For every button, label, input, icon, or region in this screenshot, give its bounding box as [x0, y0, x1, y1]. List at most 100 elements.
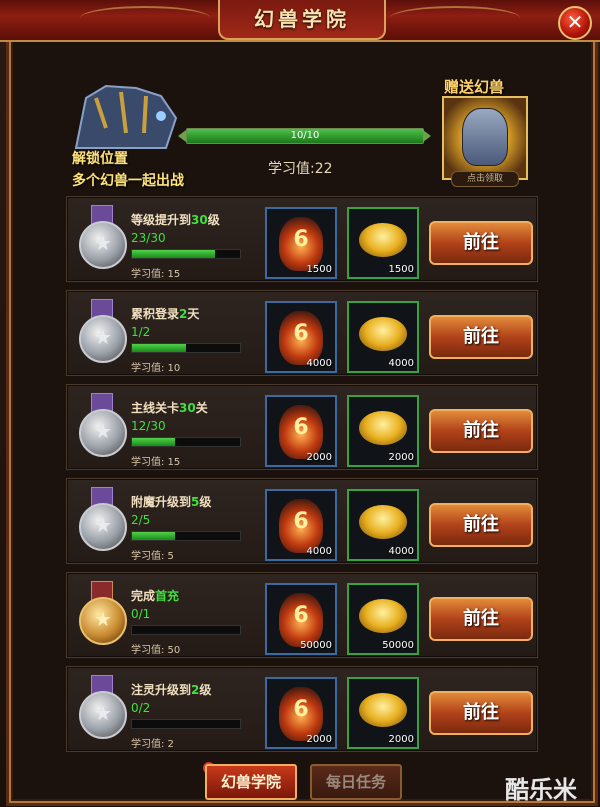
- gold-coins-icon: [359, 599, 407, 633]
- reward-slot-gold[interactable]: 1500: [347, 207, 419, 279]
- gold-amount: 4000: [388, 358, 414, 369]
- reward-slot-gold[interactable]: 50000: [347, 583, 419, 655]
- medal-icon: ★: [75, 487, 127, 557]
- task-progress-text: 2/5: [131, 513, 151, 527]
- medal-icon: ★: [75, 299, 127, 369]
- gold-coins-icon: [359, 505, 407, 539]
- task-title: 附魔升级到5级: [131, 493, 211, 510]
- reward-slot-stone[interactable]: 6 4000: [265, 301, 337, 373]
- tab-academy[interactable]: 幻兽学院: [205, 764, 297, 800]
- task-progress-fill: [132, 438, 176, 446]
- medal-icon: ★: [75, 393, 127, 463]
- task-title-suffix: 级: [199, 683, 212, 697]
- progress-arrow-left: [178, 130, 186, 142]
- task-progress-text: 23/30: [131, 231, 166, 245]
- fire-stone-icon: 6: [279, 687, 323, 741]
- go-button[interactable]: 前往: [429, 315, 533, 359]
- go-button[interactable]: 前往: [429, 597, 533, 641]
- task-title-highlight: 首充: [155, 589, 180, 603]
- task-study-value: 学习值: 15: [131, 269, 181, 280]
- medal-icon: ★: [75, 581, 127, 651]
- gold-amount: 1500: [388, 264, 414, 275]
- beast-image: [74, 84, 178, 149]
- reward-slot-gold[interactable]: 4000: [347, 489, 419, 561]
- unlock-progress-bar: 10/10: [186, 128, 424, 144]
- tab-daily-tasks[interactable]: 每日任务: [310, 764, 402, 800]
- gift-beast-box[interactable]: [442, 96, 528, 180]
- task-title-highlight: 30: [179, 401, 196, 415]
- task-progress-bar: [131, 249, 241, 259]
- dialog-window: 幻兽学院 ✕ 解锁位置 多个幻兽一起出战 10/10 学习值:22 赠送幻兽 点…: [0, 0, 600, 807]
- task-row: ★ 等级提升到30级 23/30 学习值: 15 6 1500 1500 前往: [66, 196, 538, 282]
- task-progress-fill: [132, 344, 186, 352]
- gift-beast-portrait: [462, 108, 508, 166]
- task-study-value: 学习值: 10: [131, 363, 181, 374]
- task-title: 等级提升到30级: [131, 211, 220, 228]
- medal-disc: ★: [79, 409, 127, 457]
- go-button[interactable]: 前往: [429, 221, 533, 265]
- task-title: 主线关卡30关: [131, 399, 208, 416]
- reward-slot-stone[interactable]: 6 2000: [265, 395, 337, 467]
- go-button[interactable]: 前往: [429, 691, 533, 735]
- stone-amount: 2000: [306, 734, 332, 745]
- task-title-text: 主线关卡: [131, 401, 180, 415]
- stone-amount: 2000: [306, 452, 332, 463]
- unlock-text-line2: 多个幻兽一起出战: [72, 173, 184, 189]
- go-button[interactable]: 前往: [429, 409, 533, 453]
- stone-amount: 4000: [306, 546, 332, 557]
- task-progress-bar: [131, 437, 241, 447]
- gold-amount: 50000: [382, 640, 414, 651]
- task-progress-fill: [132, 532, 176, 540]
- reward-slot-gold[interactable]: 2000: [347, 677, 419, 749]
- task-progress-bar: [131, 343, 241, 353]
- reward-slot-stone[interactable]: 6 50000: [265, 583, 337, 655]
- star-icon: ★: [94, 513, 112, 537]
- reward-slot-gold[interactable]: 4000: [347, 301, 419, 373]
- reward-slot-stone[interactable]: 6 4000: [265, 489, 337, 561]
- study-value: 学习值:22: [268, 161, 333, 177]
- task-row: ★ 注灵升级到2级 0/2 学习值: 2 6 2000 2000 前往: [66, 666, 538, 752]
- task-progress-text: 1/2: [131, 325, 151, 339]
- medal-icon: ★: [75, 675, 127, 745]
- star-icon: ★: [94, 231, 112, 255]
- gold-amount: 4000: [388, 546, 414, 557]
- task-title-suffix: 天: [187, 307, 200, 321]
- unlock-text-line1: 解锁位置: [72, 151, 128, 167]
- task-progress-fill: [132, 250, 216, 258]
- star-icon: ★: [94, 607, 112, 631]
- gift-claim-button[interactable]: 点击领取: [451, 171, 519, 187]
- close-icon[interactable]: ✕: [558, 6, 592, 40]
- title-ornament-right: [390, 6, 520, 30]
- star-icon: ★: [94, 325, 112, 349]
- task-title-suffix: 级: [199, 495, 212, 509]
- task-row: ★ 完成首充 0/1 学习值: 50 6 50000 50000 前往: [66, 572, 538, 658]
- task-title-text: 等级提升到: [131, 213, 192, 227]
- task-row: ★ 累积登录2天 1/2 学习值: 10 6 4000 4000 前往: [66, 290, 538, 376]
- watermark: 酷乐米: [505, 776, 577, 804]
- task-progress-bar: [131, 719, 241, 729]
- medal-disc: ★: [79, 315, 127, 363]
- fire-stone-icon: 6: [279, 405, 323, 459]
- reward-slot-stone[interactable]: 6 2000: [265, 677, 337, 749]
- reward-slot-gold[interactable]: 2000: [347, 395, 419, 467]
- task-title: 完成首充: [131, 587, 179, 604]
- progress-arrow-right: [423, 130, 431, 142]
- task-title-text: 附魔升级到: [131, 495, 192, 509]
- task-title-text: 完成: [131, 589, 156, 603]
- title-ornament-left: [80, 6, 210, 30]
- fire-stone-icon: 6: [279, 499, 323, 553]
- title-bar: 幻兽学院: [0, 0, 600, 42]
- task-title-suffix: 关: [195, 401, 208, 415]
- fire-stone-icon: 6: [279, 217, 323, 271]
- gold-amount: 2000: [388, 734, 414, 745]
- medal-disc: ★: [79, 221, 127, 269]
- go-button[interactable]: 前往: [429, 503, 533, 547]
- medal-icon: ★: [75, 205, 127, 275]
- unlock-progress-text: 10/10: [290, 130, 320, 141]
- gold-coins-icon: [359, 693, 407, 727]
- task-title-suffix: 级: [207, 213, 220, 227]
- task-title: 注灵升级到2级: [131, 681, 211, 698]
- task-progress-text: 12/30: [131, 419, 166, 433]
- task-title-text: 累积登录: [131, 307, 180, 321]
- reward-slot-stone[interactable]: 6 1500: [265, 207, 337, 279]
